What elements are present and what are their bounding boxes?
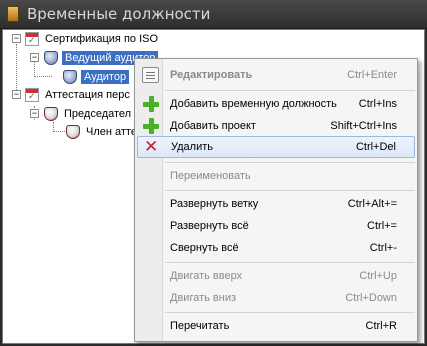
menu-item-label: Развернуть всё (170, 220, 249, 232)
menu-item-shortcut: Ctrl+= (367, 220, 397, 232)
menu-item-edit[interactable]: Редактировать Ctrl+Enter (137, 64, 415, 86)
tree-node[interactable]: Аудитор (63, 68, 130, 85)
menu-item-shortcut: Shift+Ctrl+Ins (330, 120, 397, 132)
expand-toggle[interactable]: − (30, 109, 39, 118)
menu-item-add-project[interactable]: Добавить проект Shift+Ctrl+Ins (137, 115, 415, 137)
context-menu: Редактировать Ctrl+Enter Добавить времен… (134, 58, 418, 342)
menu-item-label: Двигать вниз (170, 292, 237, 304)
tree-node-label: Председател (64, 107, 132, 120)
tree-guide (34, 76, 52, 77)
menu-item-label: Свернуть всё (170, 242, 239, 254)
tree-guide (53, 131, 67, 132)
mask-icon (63, 69, 77, 84)
menu-item-label: Добавить проект (170, 120, 256, 132)
edit-icon (142, 67, 159, 83)
menu-item-label: Развернуть ветку (170, 198, 259, 210)
menu-item-move-up[interactable]: Двигать вверх Ctrl+Up (137, 265, 415, 287)
plus-icon (143, 118, 159, 134)
menu-item-shortcut: Ctrl+Enter (347, 69, 397, 81)
tree-node[interactable]: Аттестация перс (25, 86, 132, 103)
tree-node[interactable]: Член атте (66, 123, 139, 140)
menu-item-expand-all[interactable]: Развернуть всё Ctrl+= (137, 215, 415, 237)
mask-icon (44, 106, 58, 121)
expand-toggle[interactable]: − (12, 34, 21, 43)
calendar-icon (25, 87, 39, 102)
menu-item-shortcut: Ctrl+Up (359, 270, 397, 282)
menu-item-rename[interactable]: Переименовать (137, 165, 415, 187)
menu-separator (165, 162, 415, 163)
menu-item-shortcut: Ctrl+Down (345, 292, 397, 304)
menu-item-collapse-all[interactable]: Свернуть всё Ctrl+- (137, 237, 415, 259)
menu-item-reload[interactable]: Перечитать Ctrl+R (137, 315, 415, 337)
calendar-icon (25, 31, 39, 46)
tree-node[interactable]: Сертификация по ISO (25, 30, 160, 47)
menu-item-label: Перечитать (170, 320, 230, 332)
menu-separator (165, 262, 415, 263)
menu-item-label: Редактировать (170, 69, 253, 81)
tree-node[interactable]: Председател (44, 105, 133, 122)
tree-node-label: Член атте (86, 125, 137, 138)
menu-item-move-down[interactable]: Двигать вниз Ctrl+Down (137, 287, 415, 309)
tree-guide (16, 44, 17, 94)
menu-item-label: Добавить временную должность (170, 98, 337, 110)
menu-separator (165, 312, 415, 313)
menu-separator (165, 190, 415, 191)
menu-item-shortcut: Ctrl+Ins (358, 98, 397, 110)
plus-icon (143, 96, 159, 112)
mask-icon (44, 50, 58, 65)
window-title: Временные должности (27, 5, 211, 23)
tree-guide (34, 62, 35, 77)
menu-item-label: Переименовать (170, 170, 251, 182)
menu-item-label: Удалить (171, 141, 213, 153)
menu-item-shortcut: Ctrl+R (365, 320, 397, 332)
menu-separator (165, 90, 415, 91)
tree-node-label: Аудитор (81, 69, 130, 84)
menu-item-shortcut: Ctrl+Alt+= (347, 198, 397, 210)
expand-toggle[interactable]: − (12, 90, 21, 99)
menu-item-delete[interactable]: ✕ Удалить Ctrl+Del (137, 136, 415, 158)
tree-node-label: Аттестация перс (45, 88, 130, 101)
menu-item-expand-branch[interactable]: Развернуть ветку Ctrl+Alt+= (137, 193, 415, 215)
expand-toggle[interactable]: − (30, 53, 39, 62)
title-bar: Временные должности (0, 0, 427, 29)
mask-icon (66, 124, 80, 139)
menu-item-label: Двигать вверх (170, 270, 243, 282)
tree-node-label: Сертификация по ISO (45, 32, 159, 45)
delete-icon: ✕ (144, 137, 159, 156)
menu-item-shortcut: Ctrl+- (369, 242, 397, 254)
menu-item-add-temp-position[interactable]: Добавить временную должность Ctrl+Ins (137, 93, 415, 115)
window-icon (7, 6, 19, 22)
menu-item-shortcut: Ctrl+Del (355, 141, 396, 153)
